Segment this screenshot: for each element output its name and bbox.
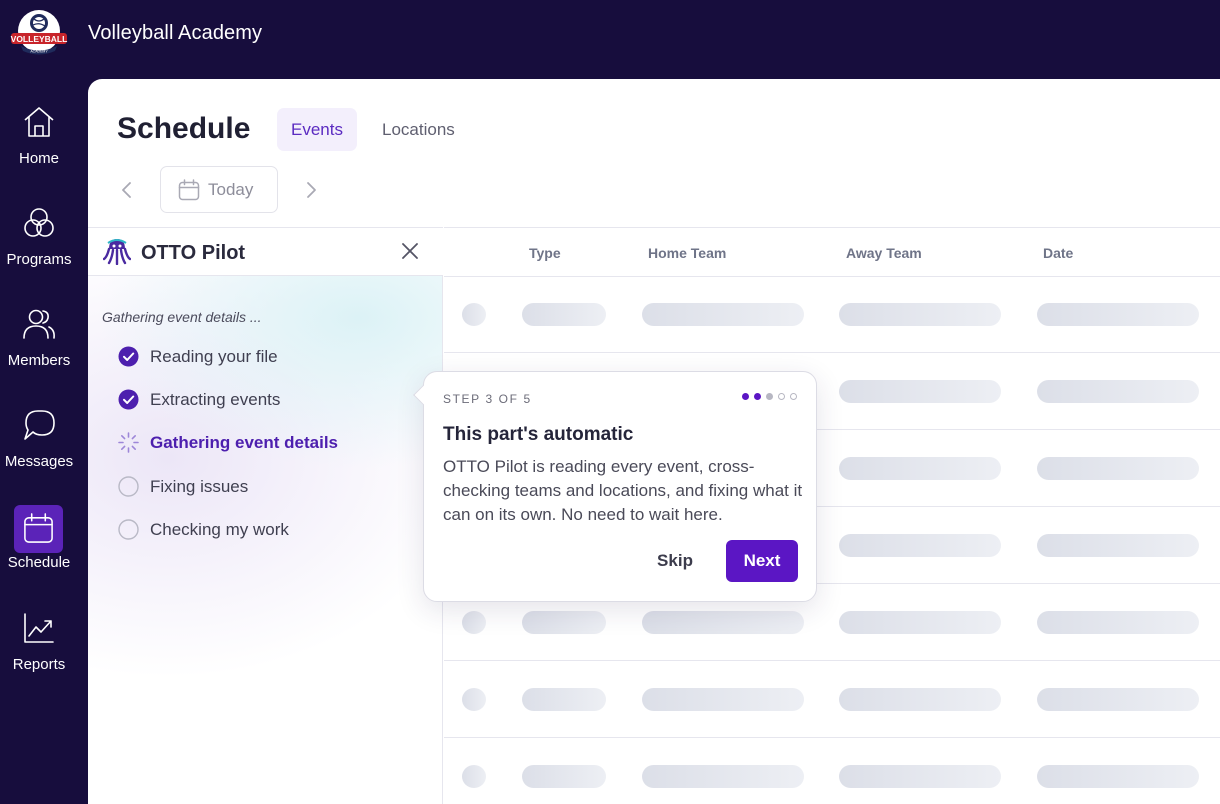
column-header-home-team[interactable]: Home Team [648,245,726,261]
skeleton-placeholder [522,765,606,788]
skeleton-placeholder [839,534,1001,557]
loading-spinner-icon [118,432,139,453]
otto-pilot-title: OTTO Pilot [141,242,246,264]
previous-day-button[interactable] [115,178,139,202]
sidebar-item-reports[interactable]: Reports [0,611,78,691]
step-dot-upcoming [790,393,797,400]
skeleton-placeholder [1037,611,1199,634]
skeleton-placeholder [1037,457,1199,480]
skeleton-placeholder [1037,380,1199,403]
step-dot-current [766,393,773,400]
step-dot-complete [742,393,749,400]
skeleton-placeholder [839,303,1001,326]
skeleton-placeholder [462,611,486,634]
tour-step-label: STEP 3 OF 5 [443,392,532,406]
sidebar-item-messages[interactable]: Messages [0,408,78,488]
logo-text: VOLLEYBALL [11,34,68,44]
sidebar-item-label: Members [7,352,71,369]
tour-popover: STEP 3 OF 5 This part's automatic OTTO P… [413,371,817,602]
sidebar-item-label: Messages [4,453,74,470]
table-row-loading [444,738,1220,804]
skeleton-placeholder [1037,765,1199,788]
sidebar-item-programs[interactable]: Programs [0,206,78,286]
skeleton-placeholder [642,611,804,634]
skeleton-placeholder [839,611,1001,634]
tab-events[interactable]: Events [277,108,357,151]
column-header-date[interactable]: Date [1043,245,1073,261]
chevron-right-icon [307,182,316,198]
skeleton-placeholder [522,611,606,634]
otto-pilot-panel: OTTO Pilot Gathering event details ... R… [88,227,443,804]
sidebar-item-label: Programs [6,251,72,268]
step-label: Reading your file [150,347,278,366]
table-row-loading [444,276,1220,353]
skeleton-placeholder [462,688,486,711]
skeleton-placeholder [839,457,1001,480]
sidebar-item-schedule[interactable]: Schedule [0,505,78,589]
sidebar-item-members[interactable]: Members [0,307,78,387]
sidebar-item-label: Reports [12,656,66,673]
next-button[interactable]: Next [726,540,798,582]
sidebar-item-label: Home [18,150,59,167]
empty-circle-icon [118,476,139,497]
column-header-away-team[interactable]: Away Team [846,245,922,261]
sidebar-item-home[interactable]: Home [0,105,78,185]
skeleton-placeholder [522,303,606,326]
sidebar-item-label: Schedule [7,554,71,571]
programs-icon [22,206,56,240]
skeleton-placeholder [642,688,804,711]
skeleton-placeholder [839,688,1001,711]
page-title: Schedule [117,112,251,145]
close-panel-button[interactable] [400,241,420,261]
octopus-icon [102,237,132,266]
members-icon [22,307,56,341]
column-header-type[interactable]: Type [529,245,561,261]
step-label: Extracting events [150,390,281,409]
home-icon [22,105,56,139]
skeleton-placeholder [839,380,1001,403]
calendar-icon [14,505,63,553]
step-label: Gathering event details [150,433,338,452]
table-row-loading [444,661,1220,738]
skeleton-placeholder [1037,534,1199,557]
skeleton-placeholder [462,765,486,788]
step-dot-upcoming [778,393,785,400]
tour-title: This part's automatic [443,424,634,445]
volleyball-academy-logo[interactable]: VOLLEYBALL ACADEMY [9,9,69,59]
close-icon [402,243,418,259]
skeleton-placeholder [1037,303,1199,326]
messages-icon [22,408,56,442]
step-label: Checking my work [150,520,289,539]
otto-status-text: Gathering event details ... [102,309,262,325]
skeleton-placeholder [839,765,1001,788]
logo-subtext: ACADEMY [30,50,48,54]
skeleton-placeholder [462,303,486,326]
skeleton-placeholder [642,303,804,326]
today-button[interactable]: Today [160,166,278,213]
today-label: Today [208,180,254,199]
chart-icon [22,611,56,645]
skip-button[interactable]: Skip [647,540,703,582]
check-circle-icon [118,346,139,367]
empty-circle-icon [118,519,139,540]
top-bar: VOLLEYBALL ACADEMY Volleyball Academy [0,0,1220,78]
tab-locations[interactable]: Locations [368,108,469,151]
skeleton-placeholder [522,688,606,711]
app-title: Volleyball Academy [88,22,263,44]
tour-body: OTTO Pilot is reading every event, cross… [443,457,803,524]
skeleton-placeholder [642,765,804,788]
step-label: Fixing issues [150,477,249,496]
check-circle-icon [118,389,139,410]
calendar-icon [178,179,200,201]
chevron-left-icon [122,182,131,198]
next-day-button[interactable] [299,178,323,202]
otto-pilot-header: OTTO Pilot [88,228,443,276]
skeleton-placeholder [1037,688,1199,711]
step-dot-complete [754,393,761,400]
